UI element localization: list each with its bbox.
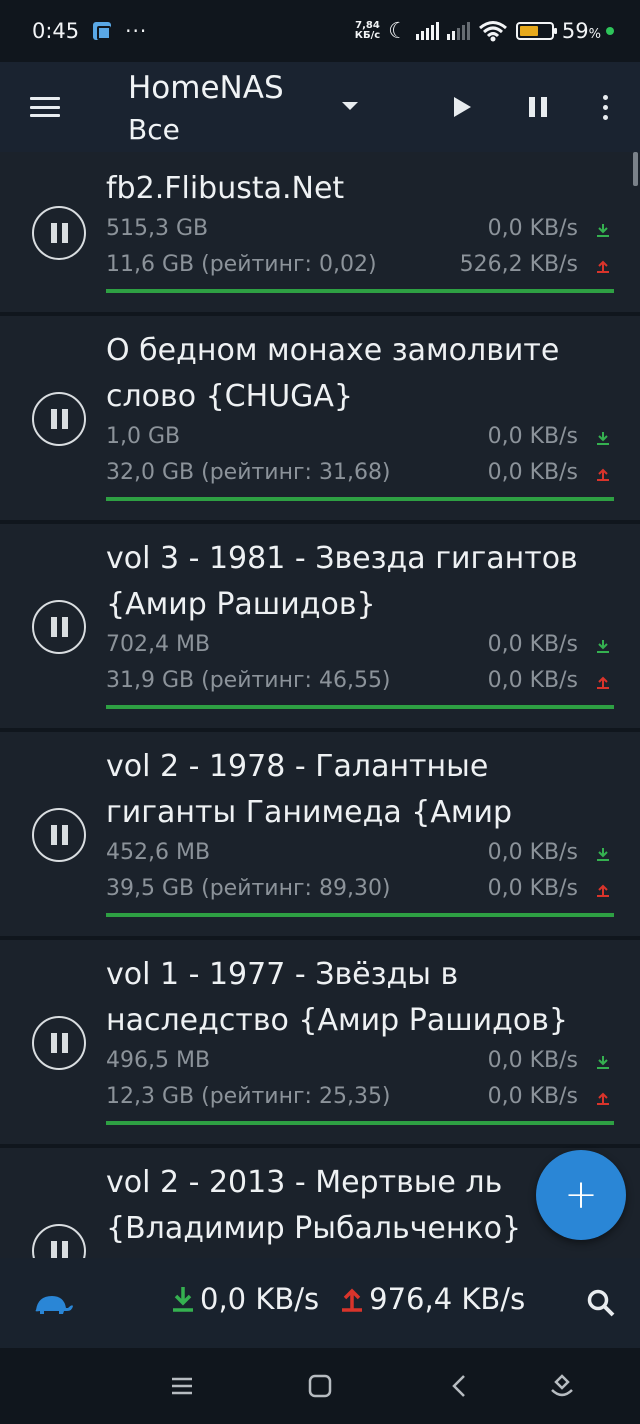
download-arrow-icon [596, 222, 610, 237]
torrent-size: 515,3 GB [106, 216, 209, 241]
torrent-size: 496,5 MB [106, 1048, 211, 1073]
progress-bar [106, 497, 614, 501]
global-download-speed: 0,0 KB/s [200, 1282, 320, 1316]
torrent-item[interactable]: О бедном монахе замолвите слово {CHUGA} … [0, 316, 640, 520]
torrent-uploaded: 39,5 GB (рейтинг: 89,30) [106, 876, 391, 901]
home-icon[interactable] [306, 1372, 334, 1400]
system-navigation-bar [0, 1348, 640, 1424]
upload-arrow-icon [596, 1090, 610, 1105]
signal-2-icon [446, 22, 470, 40]
filter-subtitle: Все [128, 113, 180, 146]
scrollbar[interactable] [633, 152, 638, 186]
torrent-list[interactable]: fb2.Flibusta.Net 515,3 GB 11,6 GB (рейти… [0, 152, 640, 1258]
torrent-name: vol 3 - 1981 - Звезда гигантов {Амир Раш… [106, 541, 578, 622]
torrent-uploaded: 31,9 GB (рейтинг: 46,55) [106, 668, 391, 693]
more-icon [602, 94, 608, 120]
download-arrow-icon [596, 638, 610, 653]
add-torrent-button[interactable]: + [536, 1150, 626, 1240]
pause-torrent-button[interactable] [32, 600, 86, 654]
download-speed: 0,0 KB/s [487, 632, 578, 657]
bottom-status-bar: 0,0 KB/s 976,4 KB/s [0, 1258, 640, 1348]
network-speed-unit: КБ/с [354, 30, 381, 41]
upload-speed: 0,0 KB/s [487, 460, 578, 485]
torrent-item[interactable]: vol 3 - 1981 - Звезда гигантов {Амир Раш… [0, 524, 640, 728]
progress-bar [106, 289, 614, 293]
battery-level: 59% [561, 19, 601, 43]
progress-bar [106, 1121, 614, 1125]
torrent-uploaded: 11,6 GB (рейтинг: 0,02) [106, 252, 377, 277]
upload-arrow-icon [342, 1288, 363, 1312]
download-arrow-icon [596, 1054, 610, 1069]
battery-icon [515, 22, 557, 40]
server-selector[interactable]: HomeNAS Все [128, 68, 284, 152]
signal-1-icon [415, 22, 439, 40]
resume-all-button[interactable] [434, 62, 490, 152]
torrent-size: 1,0 GB [106, 424, 181, 449]
upload-speed: 0,0 KB/s [487, 876, 578, 901]
download-speed: 0,0 KB/s [487, 216, 578, 241]
progress-bar [106, 705, 614, 709]
pause-torrent-button[interactable] [32, 808, 86, 862]
pause-torrent-button[interactable] [32, 206, 86, 260]
upload-arrow-icon [596, 466, 610, 481]
charging-dot-icon [606, 27, 614, 35]
home-assistant-icon [93, 22, 112, 40]
download-arrow-icon [596, 430, 610, 445]
app-toolbar: HomeNAS Все [0, 62, 640, 152]
download-arrow-icon [173, 1287, 193, 1312]
server-title: HomeNAS [128, 70, 284, 106]
search-icon[interactable] [586, 1288, 616, 1318]
upload-arrow-icon [596, 674, 610, 689]
global-upload-speed: 976,4 KB/s [369, 1282, 526, 1316]
dropdown-icon[interactable] [342, 102, 358, 110]
back-icon[interactable] [446, 1372, 474, 1400]
upload-arrow-icon [596, 258, 610, 273]
assistant-icon[interactable] [548, 1372, 576, 1400]
upload-speed: 0,0 KB/s [487, 668, 578, 693]
pause-torrent-button[interactable] [32, 1224, 86, 1258]
download-speed: 0,0 KB/s [487, 424, 578, 449]
pause-all-button[interactable] [510, 62, 566, 152]
download-speed: 0,0 KB/s [487, 840, 578, 865]
plus-icon: + [564, 1172, 598, 1218]
turtle-mode-icon[interactable] [30, 1292, 74, 1316]
upload-speed: 0,0 KB/s [487, 1084, 578, 1109]
upload-arrow-icon [596, 882, 610, 897]
menu-icon[interactable] [0, 62, 90, 152]
torrent-name: О бедном монахе замолвите слово {CHUGA} [106, 333, 560, 414]
pause-torrent-button[interactable] [32, 1016, 86, 1070]
torrent-name-line-2: {Владимир Рыбальченко} [106, 1211, 522, 1246]
torrent-size: 702,4 MB [106, 632, 211, 657]
wifi-icon [478, 21, 507, 42]
status-time: 0:45 [32, 19, 80, 43]
more-options-button[interactable] [577, 62, 633, 152]
progress-bar [106, 913, 614, 917]
pause-icon [529, 97, 547, 117]
torrent-uploaded: 12,3 GB (рейтинг: 25,35) [106, 1084, 391, 1109]
upload-speed: 526,2 KB/s [459, 252, 578, 277]
play-icon [453, 97, 471, 117]
more-notifications-icon: ··· [125, 19, 148, 43]
torrent-item[interactable]: vol 2 - 1978 - Галантные гиганты Ганимед… [0, 732, 640, 936]
do-not-disturb-icon: ☾ [388, 18, 408, 44]
download-speed: 0,0 KB/s [487, 1048, 578, 1073]
download-arrow-icon [596, 846, 610, 861]
recents-menu-icon[interactable] [168, 1372, 196, 1400]
torrent-size: 452,6 MB [106, 840, 211, 865]
torrent-uploaded: 32,0 GB (рейтинг: 31,68) [106, 460, 391, 485]
torrent-item[interactable]: fb2.Flibusta.Net 515,3 GB 11,6 GB (рейти… [0, 152, 640, 312]
global-speeds: 0,0 KB/s 976,4 KB/s [170, 1282, 525, 1316]
torrent-item[interactable]: vol 1 - 1977 - Звёзды в наследство {Амир… [0, 940, 640, 1144]
status-bar: 0:45 ··· 7,84 КБ/с ☾ 59% [0, 0, 640, 62]
torrent-name: vol 1 - 1977 - Звёзды в наследство {Амир… [106, 957, 569, 1038]
torrent-name: vol 2 - 1978 - Галантные гиганты Ганимед… [106, 749, 513, 830]
pause-torrent-button[interactable] [32, 392, 86, 446]
torrent-name: fb2.Flibusta.Net [106, 171, 345, 206]
network-speed: 7,84 КБ/с [355, 21, 380, 41]
